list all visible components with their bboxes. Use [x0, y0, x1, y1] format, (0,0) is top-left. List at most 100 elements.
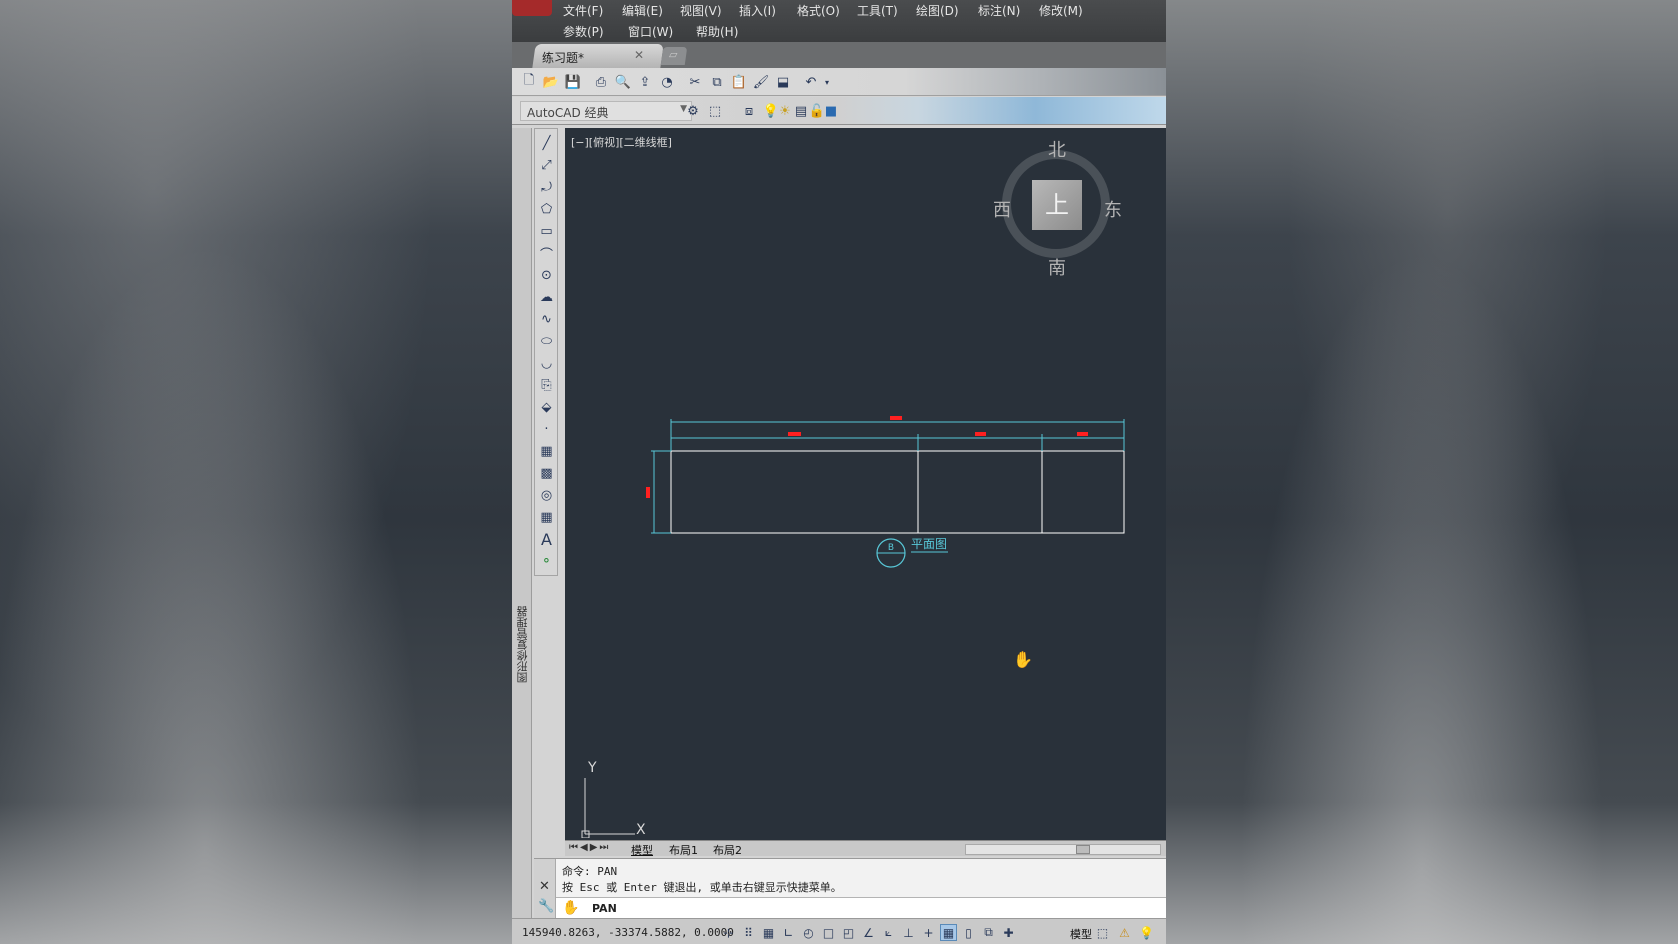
close-tab-icon[interactable]: ✕	[634, 48, 644, 62]
insert-block-icon[interactable]: ⎘	[538, 377, 555, 394]
menu-insert[interactable]: 插入(I)	[739, 2, 776, 19]
standard-toolbar: 🗋 📂 💾 ⎙ 🔍 ⇪ ◔ ✂ ⧉ 📋 🖌 ⬓ ↶ ▾	[512, 68, 1166, 96]
plan-outline	[670, 450, 1125, 534]
layout-nav-arrows-icon[interactable]: ⏮◀▶⏭	[569, 842, 610, 853]
publish-icon[interactable]: ⇪	[636, 73, 654, 91]
annotation-scale-icon[interactable]: ⚠	[1116, 924, 1133, 941]
file-tab-label: 练习题*	[542, 51, 585, 65]
horizontal-scrollbar[interactable]	[965, 844, 1161, 855]
block-editor-icon[interactable]: ⬓	[774, 73, 792, 91]
model-space-button[interactable]: 模型	[1070, 926, 1092, 942]
command-history-line-2: 按 Esc 或 Enter 键退出, 或单击右键显示快捷菜单。	[562, 881, 842, 894]
menu-edit[interactable]: 编辑(E)	[622, 2, 663, 19]
menu-file[interactable]: 文件(F)	[563, 2, 603, 19]
palette-title: 图形修复管理器	[516, 606, 529, 683]
lineweight-icon[interactable]: +	[920, 924, 937, 941]
ellipse-arc-icon[interactable]: ◡	[538, 355, 555, 372]
line-icon[interactable]: ╱	[538, 135, 555, 152]
command-history-line-1: 命令: PAN	[562, 865, 618, 878]
paste-icon[interactable]: 📋	[730, 73, 748, 91]
construction-line-icon[interactable]: ⤢	[538, 157, 555, 174]
draw-toolbar: ╱ ⤢ ⤾ ⬠ ▭ ⌒ ⊙ ☁ ∿ ⬭ ◡ ⎘ ⬙ · ▦ ▩ ◎ ▦ A ⚬	[534, 128, 558, 576]
background-blur-right	[1166, 0, 1678, 944]
tab-model[interactable]: 模型	[631, 842, 653, 858]
ucs-y-label: Y	[587, 760, 597, 776]
hatch-icon[interactable]: ▦	[538, 443, 555, 460]
scrollbar-thumb[interactable]	[1076, 845, 1090, 854]
point-icon[interactable]: ·	[538, 421, 555, 438]
layout-tab-bar: ⏮◀▶⏭ 模型 布局1 布局2	[565, 840, 1166, 858]
menu-view[interactable]: 视图(V)	[680, 2, 722, 19]
tab-layout1[interactable]: 布局1	[669, 842, 698, 858]
cut-icon[interactable]: ✂	[686, 73, 704, 91]
annotation-monitor-icon[interactable]: ✚	[1000, 924, 1017, 941]
make-block-icon[interactable]: ⬙	[538, 399, 555, 416]
command-window-sidebar: ✕ 🔧	[534, 859, 556, 919]
undo-dropdown-icon[interactable]: ▾	[818, 73, 836, 91]
coordinate-readout[interactable]: 145940.8263, -33374.5882, 0.0000	[522, 926, 734, 939]
polyline-icon[interactable]: ⤾	[538, 179, 555, 196]
snap-mode-icon[interactable]: ⠿	[740, 924, 757, 941]
save-icon[interactable]: 💾	[564, 73, 582, 91]
menu-dimension[interactable]: 标注(N)	[978, 2, 1020, 19]
add-selected-icon[interactable]: ⚬	[538, 553, 555, 570]
layer-properties-icon[interactable]: ⧈	[740, 102, 758, 120]
ellipse-icon[interactable]: ⬭	[538, 333, 555, 350]
customize-wrench-icon[interactable]: 🔧	[538, 899, 554, 914]
revision-cloud-icon[interactable]: ☁	[538, 289, 555, 306]
vertical-dimension-text	[646, 487, 650, 498]
transparency-icon[interactable]: ▦	[940, 924, 957, 941]
menu-parametric[interactable]: 参数(P)	[563, 23, 604, 40]
view-title-text: 平面图	[911, 537, 947, 551]
status-bar: 145940.8263, -33374.5882, 0.0000 ⊹ ⠿ ▦ ∟…	[512, 918, 1166, 944]
isolate-objects-icon[interactable]: 💡	[1138, 924, 1155, 941]
table-icon[interactable]: ▦	[538, 509, 555, 526]
match-properties-icon[interactable]: 🖌	[752, 73, 770, 91]
grid-display-icon[interactable]: ▦	[760, 924, 777, 941]
quick-view-layouts-icon[interactable]: ⬚	[1094, 924, 1111, 941]
print-preview-icon[interactable]: 🔍	[614, 73, 632, 91]
new-icon[interactable]: 🗋	[520, 73, 538, 91]
tab-layout2[interactable]: 布局2	[713, 842, 742, 858]
open-icon[interactable]: 📂	[542, 73, 560, 91]
application-menu-button[interactable]	[512, 0, 552, 16]
drawing-canvas[interactable]: [−][俯视][二维线框] 上 北 南 东 西 B 平面图 ✋ Y X	[565, 128, 1166, 840]
new-drawing-icon: ▱	[669, 48, 678, 61]
polygon-icon[interactable]: ⬠	[538, 201, 555, 218]
menu-window[interactable]: 窗口(W)	[628, 23, 673, 40]
object-snap-tracking-icon[interactable]: ∠	[860, 924, 877, 941]
drawing-recovery-palette[interactable]: 图形修复管理器	[512, 128, 532, 918]
dynamic-input-icon[interactable]: ⊥	[900, 924, 917, 941]
multiline-text-icon[interactable]: A	[538, 530, 555, 549]
print-icon[interactable]: ⎙	[592, 73, 610, 91]
menu-tools[interactable]: 工具(T)	[857, 2, 898, 19]
arc-icon[interactable]: ⌒	[538, 245, 555, 263]
gradient-icon[interactable]: ▩	[538, 465, 555, 482]
region-icon[interactable]: ◎	[538, 487, 555, 504]
close-icon[interactable]: ✕	[539, 879, 550, 894]
spline-icon[interactable]: ∿	[538, 311, 555, 328]
circle-icon[interactable]: ⊙	[538, 267, 555, 284]
menu-format[interactable]: 格式(O)	[797, 2, 840, 19]
quick-properties-icon[interactable]: ▯	[960, 924, 977, 941]
selection-cycling-icon[interactable]: ⧉	[980, 924, 997, 941]
3d-print-icon[interactable]: ◔	[658, 73, 676, 91]
layer-color-icon[interactable]: ■	[822, 102, 840, 120]
workspace-select[interactable]: AutoCAD 经典 ▼	[520, 101, 692, 121]
rectangle-icon[interactable]: ▭	[538, 223, 555, 240]
3d-object-snap-icon[interactable]: ◰	[840, 924, 857, 941]
menu-modify[interactable]: 修改(M)	[1039, 2, 1083, 19]
polar-tracking-icon[interactable]: ◴	[800, 924, 817, 941]
infer-constraints-icon[interactable]: ⊹	[720, 924, 737, 941]
ortho-mode-icon[interactable]: ∟	[780, 924, 797, 941]
autocad-window: 文件(F) 编辑(E) 视图(V) 插入(I) 格式(O) 工具(T) 绘图(D…	[512, 0, 1166, 944]
workspace-settings-icon[interactable]: ⚙	[684, 102, 702, 120]
customize-icon[interactable]: ⬚	[706, 102, 724, 120]
workspace-toolbar: AutoCAD 经典 ▼ ⚙ ⬚ ⧈ 💡 ☀ ▤ 🔓 ■	[512, 97, 1166, 125]
menu-help[interactable]: 帮助(H)	[696, 23, 738, 40]
dynamic-ucs-icon[interactable]: ⟀	[880, 924, 897, 941]
command-input[interactable]: ✋ PAN	[556, 897, 1166, 919]
menu-draw[interactable]: 绘图(D)	[916, 2, 959, 19]
copy-icon[interactable]: ⧉	[708, 73, 726, 91]
object-snap-icon[interactable]: □	[820, 924, 837, 941]
